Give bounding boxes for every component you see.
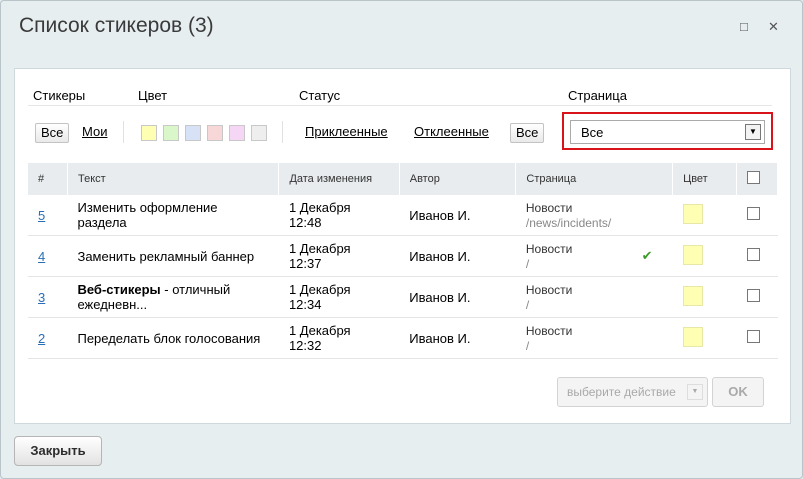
- row-number-link[interactable]: 4: [38, 249, 45, 264]
- stickers-mine-link[interactable]: Мои: [82, 124, 107, 139]
- header-page: Страница: [515, 163, 674, 195]
- page-select-highlight: Все ▼: [562, 112, 773, 150]
- close-button[interactable]: Закрыть: [14, 436, 102, 466]
- header-color: Цвет: [672, 163, 738, 195]
- row-date: 1 Декабря: [288, 241, 351, 256]
- sticker-panel: Стикеры Цвет Статус Страница Все Мои При…: [14, 68, 791, 424]
- action-select-value: выберите действие: [567, 385, 676, 399]
- row-time: 12:32: [288, 338, 322, 353]
- row-color-swatch: [682, 244, 703, 265]
- row-page-title: Новости: [525, 324, 573, 338]
- maximize-icon[interactable]: □: [740, 19, 748, 34]
- ok-button[interactable]: OK: [712, 377, 764, 407]
- row-number-link[interactable]: 3: [38, 290, 45, 305]
- row-page-url: /: [525, 339, 530, 353]
- row-text: Заменить рекламный баннер: [67, 235, 279, 277]
- row-checkbox[interactable]: [746, 330, 760, 343]
- table-row: 2 Переделать блок голосования 1 Декабря 1…: [28, 317, 778, 359]
- color-swatch-green[interactable]: [163, 125, 179, 141]
- status-detached-link[interactable]: Отклеенные: [414, 124, 489, 139]
- row-time: 12:37: [288, 256, 322, 271]
- status-label: Статус: [299, 88, 341, 103]
- header-text: Текст: [67, 163, 280, 195]
- row-text: Веб-стикеры - отличный ежедневн...: [67, 276, 279, 318]
- row-text: Изменить оформление раздела: [67, 195, 279, 236]
- row-number-link[interactable]: 5: [38, 208, 45, 223]
- checkmark-icon: ✔: [641, 248, 653, 263]
- row-page-url: /: [525, 298, 530, 312]
- color-swatch-blue[interactable]: [185, 125, 201, 141]
- row-checkbox[interactable]: [746, 207, 760, 220]
- row-time: 12:48: [288, 215, 322, 230]
- table-row: 4 Заменить рекламный баннер 1 Декабря 12:…: [28, 235, 778, 277]
- row-checkbox[interactable]: [746, 248, 760, 261]
- stickers-label: Стикеры: [33, 88, 86, 103]
- row-time: 12:34: [288, 297, 322, 312]
- table-row: 5 Изменить оформление раздела 1 Декабря 1…: [28, 195, 778, 236]
- header-author: Автор: [399, 163, 517, 195]
- color-swatch-gray[interactable]: [251, 125, 267, 141]
- row-author: Иванов И.: [399, 195, 516, 236]
- row-page-title: Новости: [525, 242, 573, 256]
- row-color-swatch: [682, 203, 703, 224]
- page-label: Страница: [568, 88, 627, 103]
- row-color-swatch: [682, 326, 703, 347]
- row-author: Иванов И.: [399, 235, 516, 277]
- divider: [282, 121, 283, 143]
- row-author: Иванов И.: [399, 276, 516, 318]
- page-select-value: Все: [581, 125, 604, 140]
- row-text: Переделать блок голосования: [67, 317, 279, 359]
- header-num: #: [28, 163, 68, 195]
- row-date: 1 Декабря: [288, 282, 351, 297]
- row-author: Иванов И.: [399, 317, 516, 359]
- color-swatch-yellow[interactable]: [141, 125, 157, 141]
- divider: [123, 121, 124, 143]
- dropdown-arrow-icon[interactable]: ▼: [745, 124, 761, 140]
- dropdown-arrow-icon[interactable]: ▼: [687, 384, 703, 400]
- row-checkbox[interactable]: [746, 289, 760, 302]
- color-label: Цвет: [138, 88, 168, 103]
- table-row: 3 Веб-стикеры - отличный ежедневн... 1 Д…: [28, 276, 778, 318]
- stickers-table: # Текст Дата изменения Автор Страница Цв…: [28, 163, 778, 359]
- select-all-checkbox[interactable]: [747, 171, 761, 184]
- status-attached-link[interactable]: Приклеенные: [305, 124, 388, 139]
- stickers-all-button[interactable]: Все: [35, 123, 70, 143]
- row-date: 1 Декабря: [288, 200, 351, 215]
- row-page-title: Новости: [525, 201, 573, 215]
- row-page-url: /: [525, 257, 530, 271]
- color-swatch-red[interactable]: [207, 125, 223, 141]
- filter-divider: [28, 105, 772, 106]
- page-select[interactable]: Все ▼: [570, 120, 765, 144]
- header-date: Дата изменения: [278, 163, 400, 195]
- close-icon[interactable]: ✕: [768, 19, 779, 35]
- sticker-list-dialog: Список стикеров (3) □ ✕ Стикеры Цвет Ста…: [0, 0, 803, 479]
- row-date: 1 Декабря: [288, 323, 351, 338]
- row-page-title: Новости: [525, 283, 573, 297]
- action-select[interactable]: выберите действие ▼: [557, 377, 708, 407]
- row-page-url: /news/incidents/: [525, 216, 612, 230]
- status-all-button[interactable]: Все: [510, 123, 545, 143]
- dialog-title: Список стикеров (3): [19, 14, 214, 37]
- row-number-link[interactable]: 2: [38, 331, 45, 346]
- row-color-swatch: [682, 285, 703, 306]
- color-swatch-purple[interactable]: [229, 125, 245, 141]
